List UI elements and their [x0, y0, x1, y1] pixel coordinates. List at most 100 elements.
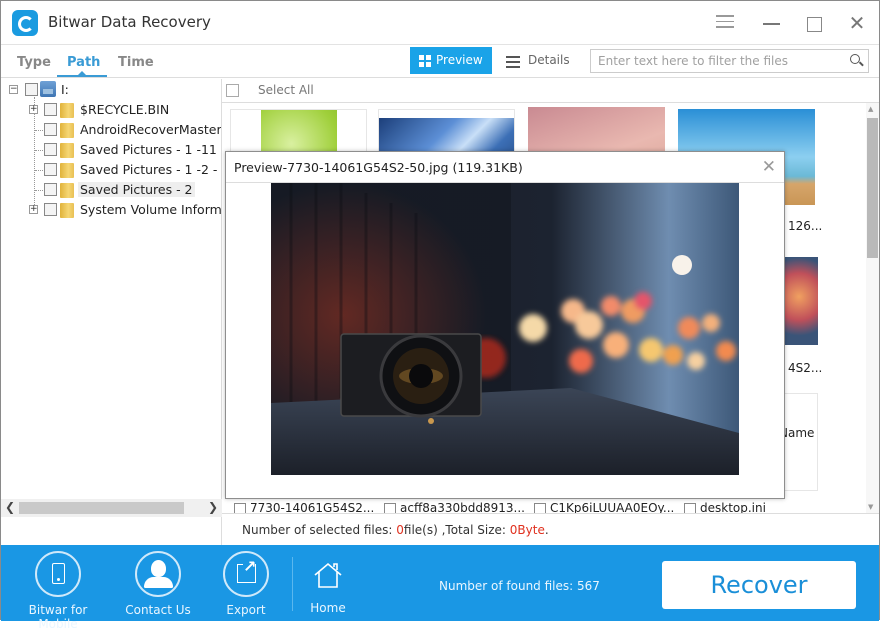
scroll-right-icon[interactable]: ❯ [208, 500, 218, 514]
tab-path[interactable]: Path [67, 55, 100, 70]
close-icon[interactable]: ✕ [845, 11, 869, 35]
found-count: 567 [577, 579, 600, 593]
left-pane-footer [1, 517, 222, 545]
preview-dialog-header: Preview-7730-14061G54S2-50.jpg (119.31KB… [226, 152, 784, 183]
select-all-bar: Select All [222, 79, 879, 103]
scrollbar-thumb[interactable] [19, 502, 184, 514]
expand-icon[interactable]: + [29, 105, 38, 114]
scroll-up-icon[interactable]: ▲ [868, 105, 873, 113]
file-checkbox[interactable] [234, 503, 246, 513]
preview-view-label: Preview [436, 53, 483, 67]
title-bar: Bitwar Data Recovery ✕ [1, 1, 879, 45]
tree-checkbox[interactable] [44, 163, 57, 176]
tree-checkbox[interactable] [44, 103, 57, 116]
recover-button[interactable]: Recover [662, 561, 856, 609]
tree-checkbox[interactable] [44, 203, 57, 216]
folder-icon [60, 203, 74, 218]
active-tab-indicator [57, 71, 107, 77]
bitwar-mobile-label: Bitwar for Mobile [28, 603, 88, 631]
total-size: 0Byte [509, 523, 545, 537]
search-icon[interactable] [850, 54, 860, 64]
file-caption: 126... [788, 219, 823, 233]
status-prefix: Number of selected files: [242, 523, 397, 537]
search-box [590, 49, 869, 73]
tree-label: Saved Pictures - 2 [78, 182, 195, 197]
details-view-button[interactable]: Details [502, 47, 572, 74]
tree-checkbox[interactable] [44, 143, 57, 156]
camera-photo [271, 183, 739, 475]
tree-label: Saved Pictures - 1 -2 - 1 [80, 162, 222, 177]
file-checkbox[interactable] [384, 503, 396, 513]
tree-horizontal-scrollbar[interactable]: ❮ ❯ [1, 499, 222, 517]
home-label: Home [310, 601, 346, 615]
contact-us-label: Contact Us [125, 603, 191, 617]
tree-connector [35, 150, 43, 151]
export-icon [223, 551, 269, 597]
folder-icon [60, 123, 74, 138]
mobile-icon [52, 563, 65, 584]
contact-us-button[interactable]: Contact Us [113, 551, 203, 617]
folder-icon [60, 143, 74, 158]
search-input[interactable] [591, 50, 831, 72]
select-all-label: Select All [258, 83, 314, 97]
tree-item[interactable]: Saved Pictures - 2 [1, 180, 221, 200]
select-all-checkbox[interactable] [226, 84, 239, 97]
file-checkbox[interactable] [534, 503, 546, 513]
bitwar-mobile-button[interactable]: Bitwar for Mobile [13, 551, 103, 631]
tree-item[interactable]: Saved Pictures - 1 -2 - 1 [1, 160, 222, 180]
app-logo-icon [12, 10, 38, 36]
drive-icon [40, 81, 56, 97]
tree-checkbox[interactable] [44, 123, 57, 136]
maximize-icon[interactable] [802, 11, 826, 35]
tab-type[interactable]: Type [17, 55, 51, 70]
file-name[interactable]: acff8a330bdd8913... [400, 501, 525, 513]
preview-image [271, 183, 739, 475]
menu-icon[interactable] [713, 11, 737, 35]
grid-icon [419, 55, 431, 67]
details-view-label: Details [528, 53, 570, 67]
tree-label: AndroidRecoverMasterT [80, 122, 222, 137]
preview-dialog: Preview-7730-14061G54S2-50.jpg (119.31KB… [225, 151, 785, 499]
tree-connector [35, 130, 43, 131]
file-name[interactable]: C1Kp6iLUUAA0EOy... [550, 501, 674, 513]
status-text: Number of selected files: 0file(s) ,Tota… [242, 523, 549, 537]
grid-vertical-scrollbar[interactable]: ▲ ▼ [866, 103, 879, 513]
toolbar: Preview Details [222, 45, 879, 78]
file-name[interactable]: desktop.ini [700, 501, 766, 513]
collapse-icon[interactable]: − [9, 85, 18, 94]
tree-checkbox[interactable] [44, 183, 57, 196]
bokeh-image [780, 257, 818, 345]
tree-item[interactable]: AndroidRecoverMasterT [1, 120, 222, 140]
file-name[interactable]: 7730-14061G54S2... [250, 501, 374, 513]
expand-icon[interactable]: + [29, 205, 38, 214]
scroll-down-icon[interactable]: ▼ [868, 503, 873, 511]
footer-bar: Bitwar for Mobile Contact Us Export Home… [1, 545, 879, 631]
file-checkbox[interactable] [684, 503, 696, 513]
folder-icon [60, 103, 74, 118]
minimize-icon[interactable] [759, 11, 783, 35]
folder-tree: − I: + $RECYCLE.BIN AndroidRecoverMaster… [1, 79, 222, 499]
home-icon [314, 562, 342, 588]
selected-count: 0 [396, 523, 404, 537]
list-icon [506, 56, 520, 71]
status-unit: file(s) ,Total Size: [403, 523, 510, 537]
app-title: Bitwar Data Recovery [48, 13, 211, 31]
scrollbar-thumb[interactable] [867, 118, 878, 258]
tree-item[interactable]: + System Volume Informat [1, 200, 221, 220]
tab-time[interactable]: Time [118, 55, 154, 70]
status-suffix: . [544, 523, 549, 537]
found-prefix: Number of found files: [439, 579, 577, 593]
folder-icon [60, 183, 74, 198]
tree-checkbox[interactable] [25, 83, 38, 96]
file-caption: 4S2... [788, 361, 823, 375]
export-button[interactable]: Export [201, 551, 291, 617]
close-icon[interactable]: ✕ [762, 157, 776, 177]
tree-connector [35, 170, 43, 171]
tree-item[interactable]: + $RECYCLE.BIN [1, 100, 221, 120]
preview-view-button[interactable]: Preview [410, 47, 492, 74]
scroll-left-icon[interactable]: ❮ [5, 500, 15, 514]
tree-connector [35, 190, 43, 191]
tree-label: $RECYCLE.BIN [80, 102, 170, 117]
tree-label: I: [61, 82, 69, 97]
tree-item[interactable]: Saved Pictures - 1 -11 [1, 140, 221, 160]
